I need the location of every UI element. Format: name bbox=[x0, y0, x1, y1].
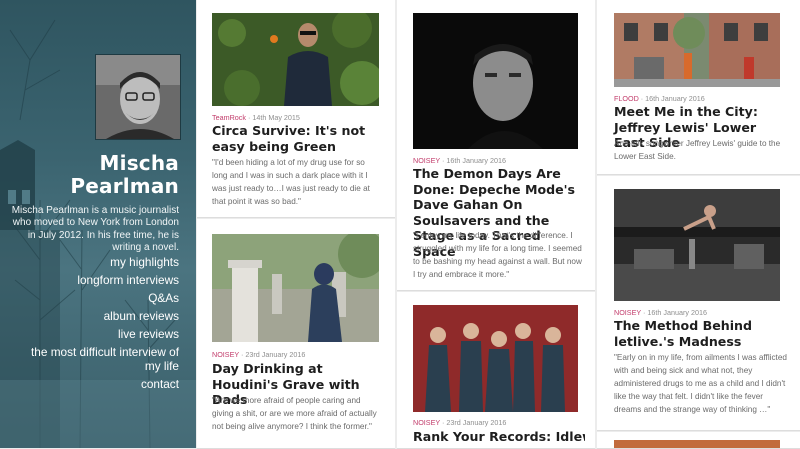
article-excerpt: Anti-folk songwriter Jeffrey Lewis' guid… bbox=[614, 139, 781, 161]
nav-most-difficult-interview[interactable]: the most difficult interview of my life bbox=[29, 345, 179, 373]
article-meta: NOISEY · 23rd January 2016 bbox=[212, 350, 306, 359]
article-title[interactable]: Rank Your Records: Idlewild Rank Their S… bbox=[413, 429, 585, 445]
article-excerpt: "Early on in my life, from ailments I wa… bbox=[614, 353, 787, 414]
article-card-depeche-mode[interactable]: NOISEY · 16th January 2016 The Demon Day… bbox=[397, 0, 595, 291]
nav-longform-interviews[interactable]: longform interviews bbox=[29, 271, 179, 289]
nav-album-reviews[interactable]: album reviews bbox=[29, 307, 179, 325]
article-excerpt: "I enjoy my life today. That's the diffe… bbox=[413, 231, 582, 279]
article-title[interactable]: Circa Survive: It's not easy being Green bbox=[212, 123, 380, 154]
author-last-name: Pearlman bbox=[70, 174, 179, 198]
article-card-jeffrey-lewis[interactable]: FLOOD · 16th January 2016 Meet Me in the… bbox=[597, 0, 800, 175]
article-excerpt: "I'd been hiding a lot of my drug use fo… bbox=[212, 158, 370, 206]
article-image[interactable] bbox=[212, 234, 379, 342]
article-meta: NOISEY · 16th January 2016 bbox=[614, 308, 707, 317]
article-image[interactable] bbox=[212, 13, 379, 106]
author-bio: Mischa Pearlman is a music journalist wh… bbox=[11, 205, 179, 254]
article-card-day-drinking[interactable]: NOISEY · 23rd January 2016 Day Drinking … bbox=[197, 219, 395, 449]
sidebar-nav: my highlights longform interviews Q&As a… bbox=[29, 253, 179, 393]
article-meta: NOISEY · 16th January 2016 bbox=[413, 156, 506, 165]
author-sidebar: Mischa Pearlman Mischa Pearlman is a mus… bbox=[0, 0, 196, 448]
nav-my-highlights[interactable]: my highlights bbox=[29, 253, 179, 271]
article-card-idlewild[interactable]: NOISEY · 23rd January 2016 Rank Your Rec… bbox=[397, 292, 595, 449]
article-image[interactable] bbox=[614, 440, 780, 448]
nav-contact[interactable]: contact bbox=[29, 375, 179, 393]
article-image[interactable] bbox=[614, 13, 780, 87]
author-first-name: Mischa bbox=[99, 151, 179, 175]
author-avatar bbox=[95, 54, 181, 140]
article-card-partial[interactable] bbox=[597, 432, 800, 449]
article-card-circa-survive[interactable]: TeamRock · 14th May 2015 Circa Survive: … bbox=[197, 0, 395, 218]
article-image[interactable] bbox=[413, 13, 578, 149]
article-image[interactable] bbox=[614, 189, 780, 301]
article-image[interactable] bbox=[413, 305, 578, 412]
article-excerpt: "Are we more afraid of people caring and… bbox=[212, 396, 377, 431]
article-title[interactable]: The Method Behind letlive.'s Madness bbox=[614, 318, 790, 349]
author-name: Mischa Pearlman bbox=[70, 152, 179, 198]
article-card-letlive[interactable]: NOISEY · 16th January 2016 The Method Be… bbox=[597, 176, 800, 431]
nav-live-reviews[interactable]: live reviews bbox=[29, 325, 179, 343]
article-meta: NOISEY · 23rd January 2016 bbox=[413, 418, 507, 427]
article-meta: FLOOD · 16th January 2016 bbox=[614, 94, 705, 103]
nav-qas[interactable]: Q&As bbox=[29, 289, 179, 307]
article-meta: TeamRock · 14th May 2015 bbox=[212, 113, 300, 122]
